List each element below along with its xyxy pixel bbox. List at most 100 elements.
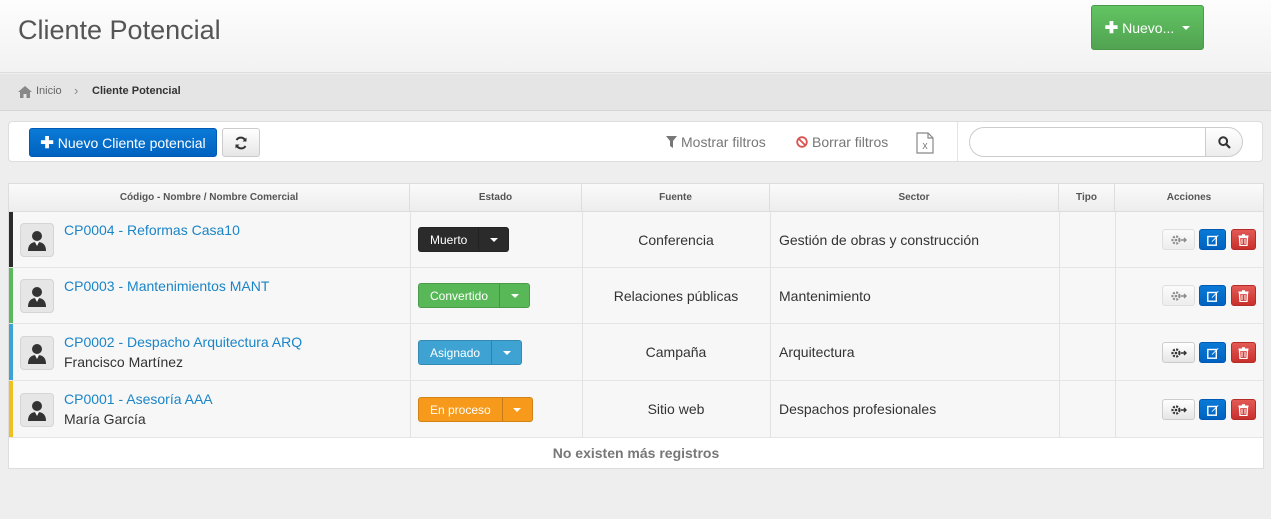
row-status-bar: [9, 381, 13, 437]
convert-button[interactable]: [1162, 399, 1195, 420]
status-label: En proceso: [430, 402, 491, 417]
edit-button[interactable]: [1199, 399, 1226, 420]
cell-divider: [1115, 212, 1116, 267]
edit-icon: [1206, 290, 1218, 302]
delete-button[interactable]: [1231, 229, 1256, 250]
breadcrumb-current: Cliente Potencial: [92, 85, 181, 97]
refresh-button[interactable]: [222, 128, 260, 157]
table-row: CP0003 - Mantenimientos MANT Convertido …: [9, 268, 1263, 324]
new-menu-button[interactable]: ✚ Nuevo...: [1091, 5, 1204, 50]
sector-cell: Despachos profesionales: [779, 401, 937, 417]
status-dropdown-toggle[interactable]: [491, 341, 521, 364]
clear-filters-label: Borrar filtros: [812, 134, 889, 150]
convert-gear-icon: [1170, 404, 1187, 415]
row-status-bar: [9, 324, 13, 380]
edit-button[interactable]: [1199, 229, 1226, 250]
ban-icon: [796, 136, 808, 148]
excel-icon[interactable]: X: [916, 132, 934, 154]
refresh-icon: [235, 136, 247, 149]
clear-filters-link[interactable]: Borrar filtros: [796, 134, 888, 150]
lead-contact-name: Francisco Martínez: [64, 354, 184, 370]
status-dropdown-toggle[interactable]: [478, 228, 508, 251]
sector-cell: Mantenimiento: [779, 288, 871, 304]
cell-divider: [410, 381, 411, 437]
cell-divider: [410, 324, 411, 380]
cell-divider: [1059, 268, 1060, 323]
caret-down-icon: [502, 350, 511, 355]
caret-down-icon: [510, 293, 519, 298]
user-avatar-icon: [20, 223, 54, 257]
status-label: Convertido: [430, 288, 489, 303]
source-cell: Conferencia: [638, 232, 714, 248]
convert-gear-icon: [1170, 234, 1187, 245]
column-header-status[interactable]: Estado: [410, 184, 582, 212]
cell-divider: [1059, 324, 1060, 380]
cell-divider: [1059, 212, 1060, 267]
table-header: Código - Nombre / Nombre Comercial Estad…: [9, 184, 1263, 212]
convert-gear-icon: [1170, 347, 1187, 358]
status-dropdown-toggle[interactable]: [501, 398, 532, 421]
column-header-name[interactable]: Código - Nombre / Nombre Comercial: [9, 184, 410, 212]
trash-icon: [1238, 233, 1249, 246]
chevron-right-icon: ›: [74, 83, 79, 98]
cell-divider: [770, 212, 771, 267]
breadcrumb: Inicio › Cliente Potencial: [0, 74, 1271, 111]
user-avatar-icon: [20, 336, 54, 370]
delete-button[interactable]: [1231, 342, 1256, 363]
new-lead-button[interactable]: ✚ Nuevo Cliente potencial: [29, 128, 217, 157]
search-icon: [1217, 135, 1231, 149]
cell-divider: [1059, 381, 1060, 437]
lead-contact-name: María García: [64, 411, 146, 427]
svg-text:X: X: [922, 142, 928, 151]
status-dropdown[interactable]: Muerto: [418, 227, 510, 252]
status-dropdown[interactable]: Asignado: [418, 340, 523, 365]
convert-button[interactable]: [1162, 229, 1195, 250]
edit-icon: [1206, 347, 1218, 359]
page-header: Cliente Potencial ✚ Nuevo...: [0, 0, 1271, 73]
source-cell: Sitio web: [647, 401, 705, 417]
edit-icon: [1206, 234, 1218, 246]
cell-divider: [410, 268, 411, 323]
status-label: Asignado: [430, 345, 481, 360]
column-header-actions: Acciones: [1166, 192, 1212, 203]
lead-name-link[interactable]: CP0003 - Mantenimientos MANT: [64, 278, 269, 294]
cell-divider: [770, 381, 771, 437]
page-title: Cliente Potencial: [18, 15, 221, 45]
cell-divider: [770, 268, 771, 323]
convert-button[interactable]: [1162, 285, 1195, 306]
new-menu-label: Nuevo...: [1122, 19, 1175, 36]
status-dropdown[interactable]: Convertido: [418, 283, 531, 308]
delete-button[interactable]: [1231, 285, 1256, 306]
column-header-sector[interactable]: Sector: [770, 184, 1059, 212]
lead-name-link[interactable]: CP0001 - Asesoría AAA: [64, 391, 213, 407]
status-dropdown[interactable]: En proceso: [418, 397, 533, 422]
caret-down-icon: [513, 407, 522, 412]
lead-name-link[interactable]: CP0004 - Reformas Casa10: [64, 222, 240, 238]
toolbar: ✚ Nuevo Cliente potencial Mostrar filtro…: [8, 121, 1263, 162]
plus-icon: ✚: [40, 134, 54, 152]
cell-divider: [1115, 324, 1116, 380]
plus-icon: ✚: [1104, 19, 1119, 37]
search-input[interactable]: [969, 127, 1206, 157]
lead-name-link[interactable]: CP0002 - Despacho Arquitectura ARQ: [64, 334, 302, 350]
search-button[interactable]: [1205, 127, 1243, 157]
breadcrumb-home[interactable]: Inicio: [36, 85, 62, 97]
cell-divider: [1115, 268, 1116, 323]
edit-button[interactable]: [1199, 342, 1226, 363]
show-filters-link[interactable]: Mostrar filtros: [666, 134, 766, 150]
leads-table: Código - Nombre / Nombre Comercial Estad…: [8, 183, 1264, 469]
delete-button[interactable]: [1231, 399, 1256, 420]
cell-divider: [410, 212, 411, 267]
status-label: Muerto: [430, 232, 468, 247]
column-header-source[interactable]: Fuente: [582, 184, 770, 212]
user-avatar-icon: [20, 279, 54, 313]
caret-down-icon: [489, 237, 498, 242]
convert-gear-icon: [1170, 290, 1187, 301]
row-status-bar: [9, 212, 13, 267]
convert-button[interactable]: [1162, 342, 1195, 363]
new-lead-label: Nuevo Cliente potencial: [57, 134, 206, 151]
filter-icon: [666, 136, 677, 148]
edit-button[interactable]: [1199, 285, 1226, 306]
column-header-type[interactable]: Tipo: [1059, 184, 1115, 212]
status-dropdown-toggle[interactable]: [499, 284, 529, 307]
